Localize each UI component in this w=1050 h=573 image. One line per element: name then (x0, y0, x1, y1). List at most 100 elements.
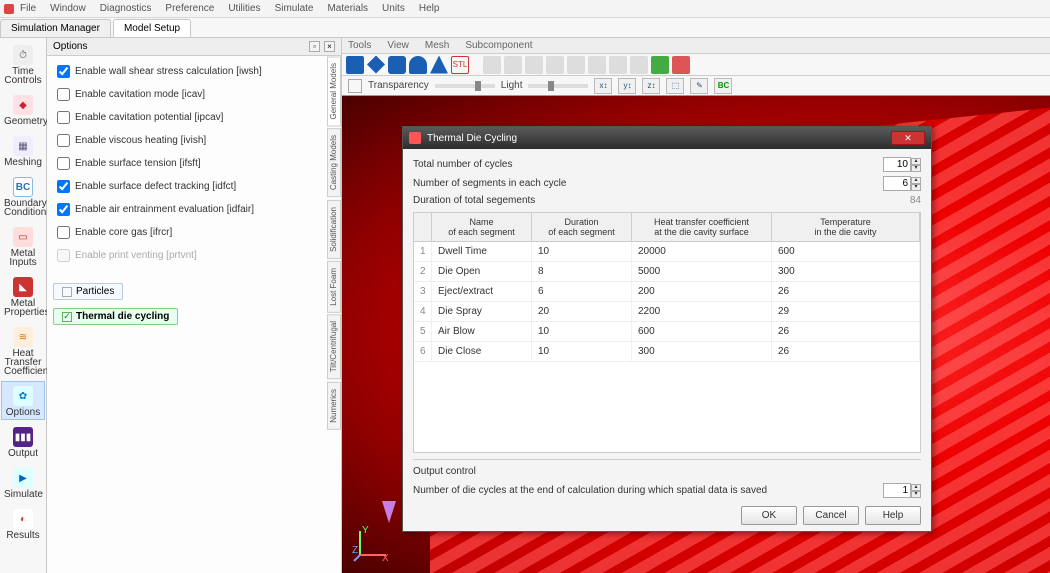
shape-cone-icon[interactable] (430, 56, 448, 74)
opt-surface-defect[interactable]: Enable surface defect tracking [idfct] (53, 177, 335, 196)
table-row[interactable]: 6Die Close1030026 (414, 342, 920, 362)
table-row[interactable]: 1Dwell Time1020000600 (414, 242, 920, 262)
view-xz-icon[interactable]: z↕ (642, 78, 660, 94)
cell[interactable]: 300 (632, 342, 772, 361)
table-row[interactable]: 4Die Spray20220029 (414, 302, 920, 322)
segments-spinner[interactable]: ▴▾ (883, 176, 921, 191)
opt-surface-tension[interactable]: Enable surface tension [ifsft] (53, 154, 335, 173)
side-results[interactable]: ◐Results (1, 504, 45, 543)
opt-viscous-heating[interactable]: Enable viscous heating [ivish] (53, 131, 335, 150)
menu-file[interactable]: File (20, 3, 36, 14)
table-row[interactable]: 5Air Blow1060026 (414, 322, 920, 342)
checkbox[interactable] (57, 88, 70, 101)
tab-model-setup[interactable]: Model Setup (113, 19, 191, 37)
tab-casting-models[interactable]: Casting Models (327, 128, 341, 197)
checkbox[interactable] (57, 111, 70, 124)
spin-down-icon[interactable]: ▾ (911, 165, 921, 172)
shape-cylinder-icon[interactable] (409, 56, 427, 74)
cell[interactable]: 20000 (632, 242, 772, 261)
expand-icon[interactable] (348, 79, 362, 93)
menu-utilities[interactable]: Utilities (228, 3, 260, 14)
tab-simulation-manager[interactable]: Simulation Manager (0, 19, 111, 37)
viewport-3d[interactable]: Tools View Mesh Subcomponent STL (342, 38, 1050, 573)
side-options[interactable]: ✿Options (1, 381, 45, 420)
tool-icon[interactable] (588, 56, 606, 74)
menu-units[interactable]: Units (382, 3, 405, 14)
dialog-close-button[interactable]: ✕ (891, 131, 925, 145)
spin-up-icon[interactable]: ▴ (911, 158, 921, 165)
tool-icon[interactable] (609, 56, 627, 74)
side-metal-properties[interactable]: ◣Metal Properties (1, 272, 45, 320)
opt-cavitation-potential[interactable]: Enable cavitation potential [ipcav] (53, 108, 335, 127)
table-row[interactable]: 3Eject/extract620026 (414, 282, 920, 302)
tab-general-models[interactable]: General Models (327, 56, 341, 126)
cell[interactable]: 26 (772, 342, 920, 361)
vp-menu-tools[interactable]: Tools (348, 40, 371, 51)
cell[interactable]: 10 (532, 342, 632, 361)
cell[interactable]: 6 (532, 282, 632, 301)
view-iso-icon[interactable]: ⬚ (666, 78, 684, 94)
tool-icon[interactable] (672, 56, 690, 74)
cell[interactable]: Dwell Time (432, 242, 532, 261)
tool-icon[interactable] (651, 56, 669, 74)
vp-menu-view[interactable]: View (387, 40, 409, 51)
menu-help[interactable]: Help (419, 3, 440, 14)
ok-button[interactable]: OK (741, 506, 797, 525)
side-output[interactable]: ▮▮▮Output (1, 422, 45, 461)
cell[interactable]: 20 (532, 302, 632, 321)
transparency-slider[interactable] (435, 84, 495, 88)
tab-tilt-centrifugal[interactable]: Tilt/Centrifugal (327, 314, 341, 379)
tool-icon[interactable] (567, 56, 585, 74)
particles-button[interactable]: Particles (53, 283, 123, 300)
side-simulate[interactable]: ▶Simulate (1, 463, 45, 502)
help-button[interactable]: Help (865, 506, 921, 525)
opt-core-gas[interactable]: Enable core gas [ifrcr] (53, 223, 335, 242)
view-yz-icon[interactable]: y↕ (618, 78, 636, 94)
checkbox[interactable] (57, 134, 70, 147)
panel-close-icon[interactable]: × (324, 41, 335, 52)
opt-cavitation-mode[interactable]: Enable cavitation mode [icav] (53, 85, 335, 104)
shape-diamond-icon[interactable] (367, 56, 385, 74)
tool-icon[interactable] (525, 56, 543, 74)
side-metal-inputs[interactable]: ▭Metal Inputs (1, 222, 45, 270)
spin-down-icon[interactable]: ▾ (911, 491, 921, 498)
shape-box-icon[interactable] (388, 56, 406, 74)
menu-preference[interactable]: Preference (165, 3, 214, 14)
output-cycles-input[interactable] (883, 483, 911, 498)
cell[interactable]: 5000 (632, 262, 772, 281)
checkbox[interactable] (57, 180, 70, 193)
opt-air-entrainment[interactable]: Enable air entrainment evaluation [idfai… (53, 200, 335, 219)
tool-icon[interactable] (504, 56, 522, 74)
view-xy-icon[interactable]: x↕ (594, 78, 612, 94)
opt-wall-shear[interactable]: Enable wall shear stress calculation [iw… (53, 62, 335, 81)
stl-icon[interactable]: STL (451, 56, 469, 74)
vp-menu-subcomponent[interactable]: Subcomponent (465, 40, 532, 51)
cell[interactable]: Die Close (432, 342, 532, 361)
total-cycles-spinner[interactable]: ▴▾ (883, 157, 921, 172)
cell[interactable]: Eject/extract (432, 282, 532, 301)
cell[interactable]: 26 (772, 322, 920, 341)
menu-diagnostics[interactable]: Diagnostics (100, 3, 152, 14)
output-cycles-spinner[interactable]: ▴▾ (883, 483, 921, 498)
cell[interactable]: Die Spray (432, 302, 532, 321)
tool-icon[interactable] (546, 56, 564, 74)
tab-numerics[interactable]: Numerics (327, 382, 341, 430)
segments-input[interactable] (883, 176, 911, 191)
menu-simulate[interactable]: Simulate (275, 3, 314, 14)
cell[interactable]: 300 (772, 262, 920, 281)
side-time-controls[interactable]: ⏱Time Controls (1, 40, 45, 88)
side-geometry[interactable]: ◆Geometry (1, 90, 45, 129)
cell[interactable]: 600 (632, 322, 772, 341)
cell[interactable]: 29 (772, 302, 920, 321)
table-row[interactable]: 2Die Open85000300 (414, 262, 920, 282)
cell[interactable]: 8 (532, 262, 632, 281)
tab-solidification[interactable]: Solidification (327, 200, 341, 259)
vp-menu-mesh[interactable]: Mesh (425, 40, 449, 51)
cancel-button[interactable]: Cancel (803, 506, 859, 525)
tool-icon[interactable] (630, 56, 648, 74)
checkbox[interactable] (57, 157, 70, 170)
checkbox[interactable] (57, 203, 70, 216)
spin-up-icon[interactable]: ▴ (911, 484, 921, 491)
cell[interactable]: 600 (772, 242, 920, 261)
cell[interactable]: 26 (772, 282, 920, 301)
